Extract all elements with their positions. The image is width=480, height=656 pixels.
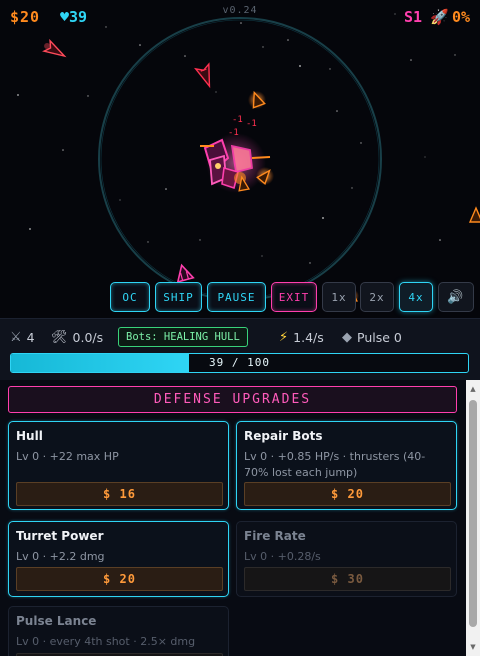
enemy-ship-orange — [468, 206, 480, 223]
upgrade-card-turret-power: Turret Power Lv 0 · +2.2 dmg $ 20 — [8, 521, 229, 597]
upgrade-card-repair-bots: Repair Bots Lv 0 · +0.85 HP/s · thruster… — [236, 421, 457, 510]
speed-1x-button[interactable]: 1x — [322, 282, 356, 312]
crossed-swords-icon: ⚔ — [10, 330, 22, 345]
repair-value: 0.0/s — [72, 330, 104, 345]
scroll-down-arrow-icon[interactable]: ▼ — [466, 640, 480, 654]
xp-progress-text: 39 / 100 — [209, 356, 270, 369]
player-station — [200, 133, 271, 193]
damage-number: -1 — [228, 128, 239, 138]
upgrade-name: Fire Rate — [244, 529, 306, 543]
shop-section-title: DEFENSE UPGRADES — [8, 386, 457, 413]
upgrade-name: Hull — [16, 429, 43, 443]
upgrade-card-fire-rate: Fire Rate Lv 0 · +0.28/s $ 30 — [236, 521, 457, 597]
pulse-value: Pulse 0 — [357, 330, 402, 345]
exit-button[interactable]: EXIT — [271, 282, 317, 312]
energy-stat: ⚡ 1.4/s — [279, 330, 324, 345]
energy-value: 1.4/s — [293, 330, 324, 345]
enemy-ship-pink — [176, 263, 195, 283]
enemy-ship-red — [193, 62, 211, 89]
upgrade-name: Pulse Lance — [16, 614, 97, 628]
enemy-ship-red — [42, 38, 67, 58]
xp-progress-bar: 39 / 100 — [10, 353, 469, 373]
kills-value: 4 — [26, 330, 35, 345]
enemy-ship-orange — [248, 90, 266, 109]
ship-button[interactable]: SHIP — [155, 282, 202, 312]
upgrade-name: Repair Bots — [244, 429, 323, 443]
game-arena[interactable]: -1 -1 -1 $20 ♥39 v0.24 S1 🚀 0% OC SHIP PA… — [0, 0, 480, 318]
tools-icon: 🛠 — [51, 330, 68, 345]
game-root: -1 -1 -1 $20 ♥39 v0.24 S1 🚀 0% OC SHIP PA… — [0, 0, 480, 656]
rocket-icon: 🚀 — [430, 8, 449, 26]
speed-2x-button[interactable]: 2x — [360, 282, 394, 312]
sound-toggle-button[interactable]: 🔊 — [438, 282, 474, 312]
speed-4x-button[interactable]: 4x — [399, 282, 433, 312]
pause-button[interactable]: PAUSE — [207, 282, 266, 312]
kills-stat: ⚔ 4 — [10, 330, 35, 345]
upgrade-card-hull: Hull Lv 0 · +22 max HP $ 16 — [8, 421, 229, 510]
overclock-button[interactable]: OC — [110, 282, 150, 312]
repair-stat: 🛠 0.0/s — [51, 330, 103, 345]
upgrade-description: Lv 0 · +22 max HP — [16, 450, 119, 463]
upgrade-card-pulse-lance: Pulse Lance Lv 0 · every 4th shot · 2.5×… — [8, 606, 229, 656]
pulse-stat: ◆ Pulse 0 — [342, 330, 402, 345]
sector-label: S1 — [403, 8, 422, 26]
jump-progress-value: 0% — [451, 8, 470, 26]
upgrade-description: Lv 0 · +0.85 HP/s · thrusters (40-70% lo… — [244, 450, 426, 479]
scroll-up-arrow-icon[interactable]: ▲ — [466, 382, 480, 396]
buy-hull-button[interactable]: $ 16 — [16, 482, 223, 506]
stats-bar: ⚔ 4 🛠 0.0/s Bots: HEALING HULL ⚡ 1.4/s ◆… — [0, 318, 480, 380]
upgrade-description: Lv 0 · +2.2 dmg — [16, 550, 105, 563]
buy-repair-bots-button[interactable]: $ 20 — [244, 482, 451, 506]
bots-status-badge: Bots: HEALING HULL — [118, 327, 248, 347]
battlefield: -1 -1 -1 — [17, 13, 480, 303]
buy-fire-rate-button[interactable]: $ 30 — [244, 567, 451, 591]
damage-number: -1 — [246, 119, 257, 129]
upgrade-shop: DEFENSE UPGRADES Hull Lv 0 · +22 max HP … — [0, 380, 480, 656]
upgrade-description: Lv 0 · +0.28/s — [244, 550, 321, 563]
upgrade-name: Turret Power — [16, 529, 104, 543]
diamond-icon: ◆ — [342, 330, 352, 345]
lightning-icon: ⚡ — [279, 330, 289, 345]
damage-number: -1 — [232, 115, 243, 125]
shop-scrollbar-thumb[interactable] — [469, 400, 477, 627]
buy-turret-power-button[interactable]: $ 20 — [16, 567, 223, 591]
speaker-icon: 🔊 — [447, 289, 465, 305]
jump-progress: 🚀 0% — [430, 8, 470, 26]
